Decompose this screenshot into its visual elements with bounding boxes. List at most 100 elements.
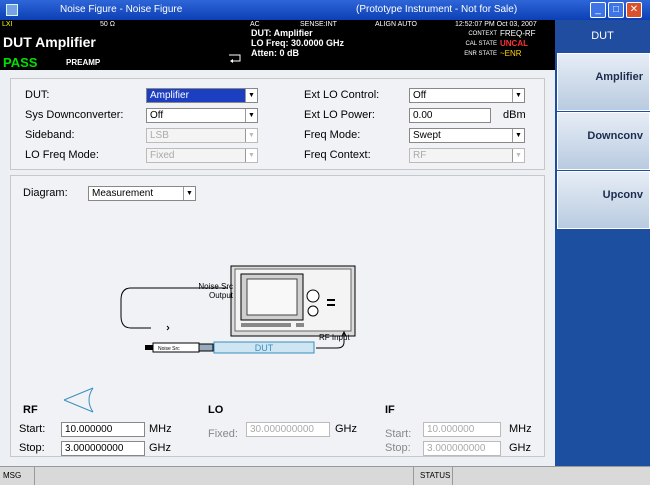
enr-value: ~ENR bbox=[500, 49, 522, 58]
maximize-button[interactable]: □ bbox=[608, 2, 624, 18]
lo-title: LO bbox=[208, 404, 224, 416]
if-stop-unit: GHz bbox=[509, 442, 531, 454]
dut-settings-panel: DUT: Amplifier ▼ Sys Downconverter: Off ▼ … bbox=[10, 78, 545, 170]
softkey-upconv[interactable]: Upconv bbox=[557, 171, 650, 229]
ext-lo-control-select[interactable]: Off ▼ bbox=[409, 88, 525, 103]
sideband-select[interactable]: LSB ▼ bbox=[146, 128, 258, 143]
window-titlebar: Noise Figure - Noise Figure (Prototype I… bbox=[0, 0, 650, 20]
trigger-icon bbox=[229, 54, 241, 63]
chevron-down-icon: ▼ bbox=[245, 109, 257, 122]
sys-downconverter-label: Sys Downconverter: bbox=[25, 109, 124, 121]
msg-label: MSG bbox=[3, 471, 22, 480]
lo-fixed-label: Fixed: bbox=[208, 428, 238, 440]
diagram-panel: Diagram: Measurement ▼ DUT Noise Src RF … bbox=[10, 175, 545, 457]
lo-freq-mode-label: LO Freq Mode: bbox=[25, 149, 99, 161]
status-divider bbox=[452, 467, 453, 485]
chevron-down-icon: ▼ bbox=[512, 129, 524, 142]
lo-fixed-input[interactable]: 30.000000000 bbox=[246, 422, 330, 437]
ext-lo-power-input[interactable]: 0.00 bbox=[409, 108, 491, 123]
main-area: DUT: Amplifier ▼ Sys Downconverter: Off ▼ … bbox=[0, 70, 555, 466]
status-label: STATUS bbox=[420, 471, 451, 480]
noise-src-output-label: Noise Src Output bbox=[198, 282, 233, 300]
state-labels: CONTEXT CAL STATE ENR STATE bbox=[425, 29, 497, 59]
rf-input-label: RF Input bbox=[319, 333, 350, 342]
minimize-button[interactable]: _ bbox=[590, 2, 606, 18]
dut-label: DUT: bbox=[25, 89, 50, 101]
diagram-select-value: Measurement bbox=[92, 188, 154, 199]
diagram-select[interactable]: Measurement ▼ bbox=[88, 186, 196, 201]
ext-lo-power-label: Ext LO Power: bbox=[304, 109, 375, 121]
datetime-readout: 12:52:07 PM Oct 03, 2007 bbox=[455, 21, 537, 28]
rf-horn-icon bbox=[63, 387, 94, 413]
dut-info: DUT: Amplifier LO Freq: 30.0000 GHz Atte… bbox=[251, 28, 344, 58]
chevron-down-icon: ▼ bbox=[245, 149, 257, 162]
dut-select-value: Amplifier bbox=[150, 90, 189, 101]
if-start-label: Start: bbox=[385, 428, 412, 440]
chevron-down-icon: ▼ bbox=[512, 149, 524, 162]
preamp-indicator: PREAMP bbox=[66, 58, 101, 67]
cal-label: CAL STATE bbox=[465, 41, 497, 47]
sideband-value: LSB bbox=[150, 130, 169, 141]
align-readout: ALIGN AUTO bbox=[375, 21, 417, 28]
softkey-amplifier[interactable]: Amplifier bbox=[557, 53, 650, 111]
if-stop-input[interactable]: 3.000000000 bbox=[423, 441, 501, 456]
sideband-label: Sideband: bbox=[25, 129, 75, 141]
lo-line: LO Freq: 30.0000 GHz bbox=[251, 38, 345, 48]
lo-freq-mode-select[interactable]: Fixed ▼ bbox=[146, 148, 258, 163]
if-stop-label: Stop: bbox=[385, 442, 411, 454]
rf-start-unit: MHz bbox=[149, 423, 172, 435]
softkey-panel: DUT Amplifier Downconv Upconv bbox=[555, 20, 650, 466]
analyzer-instrument-icon bbox=[230, 265, 356, 337]
ext-lo-power-unit: dBm bbox=[503, 109, 526, 121]
context-value: FREQ-RF bbox=[500, 29, 536, 38]
ext-lo-control-label: Ext LO Control: bbox=[304, 89, 380, 101]
freq-context-label: Freq Context: bbox=[304, 149, 371, 161]
softkey-downconv[interactable]: Downconv bbox=[557, 112, 650, 170]
if-start-input[interactable]: 10.000000 bbox=[423, 422, 501, 437]
coupling-readout: AC bbox=[250, 21, 260, 28]
freq-context-value: RF bbox=[413, 150, 427, 161]
window-subtitle: (Prototype Instrument - Not for Sale) bbox=[356, 4, 518, 15]
if-title: IF bbox=[385, 404, 395, 416]
context-label: CONTEXT bbox=[468, 31, 497, 37]
app-icon bbox=[6, 4, 18, 16]
rf-stop-input[interactable]: 3.000000000 bbox=[61, 441, 145, 456]
freq-mode-value: Swept bbox=[413, 130, 441, 141]
rf-title: RF bbox=[23, 404, 38, 416]
chevron-down-icon: ▼ bbox=[245, 129, 257, 142]
pass-indicator: PASS bbox=[0, 55, 66, 70]
chevron-down-icon: ▼ bbox=[512, 89, 524, 102]
dut-text: DUT bbox=[255, 343, 274, 353]
freq-mode-select[interactable]: Swept ▼ bbox=[409, 128, 525, 143]
noise-src-tag: Noise Src bbox=[158, 346, 180, 352]
softkey-menu-title: DUT bbox=[555, 20, 650, 53]
rf-start-input[interactable]: 10.000000 bbox=[61, 422, 145, 437]
diagram-label: Diagram: bbox=[23, 187, 68, 199]
lo-freq-mode-value: Fixed bbox=[150, 150, 175, 161]
logo-icon: LXI bbox=[2, 21, 13, 28]
freq-context-select[interactable]: RF ▼ bbox=[409, 148, 525, 163]
sys-downconverter-select[interactable]: Off ▼ bbox=[146, 108, 258, 123]
measurement-diagram: DUT Noise Src RF Input bbox=[120, 265, 356, 354]
impedance-readout: 50 Ω bbox=[100, 21, 115, 28]
state-values: FREQ-RF UNCAL ~ENR bbox=[500, 29, 555, 59]
chevron-down-icon: ▼ bbox=[245, 89, 257, 102]
rf-stop-label: Stop: bbox=[19, 442, 45, 454]
dut-line: DUT: Amplifier bbox=[251, 28, 313, 38]
lo-fixed-unit: GHz bbox=[335, 423, 357, 435]
measurement-title: DUT Amplifier bbox=[3, 34, 96, 50]
sense-readout: SENSE:INT bbox=[300, 21, 337, 28]
cal-value: UNCAL bbox=[500, 39, 528, 48]
rf-start-label: Start: bbox=[19, 423, 46, 435]
dut-select[interactable]: Amplifier ▼ bbox=[146, 88, 258, 103]
status-bar: LXI 50 Ω AC SENSE:INT ALIGN AUTO 12:52:0… bbox=[0, 20, 555, 70]
rf-stop-unit: GHz bbox=[149, 442, 171, 454]
msg-field bbox=[34, 467, 414, 485]
sys-downconverter-value: Off bbox=[150, 110, 164, 121]
close-button[interactable]: ✕ bbox=[626, 2, 642, 18]
ext-lo-control-value: Off bbox=[413, 90, 427, 101]
if-start-unit: MHz bbox=[509, 423, 532, 435]
message-bar: MSG STATUS bbox=[0, 466, 650, 485]
enr-label: ENR STATE bbox=[464, 51, 497, 57]
atten-line: Atten: 0 dB bbox=[251, 48, 299, 58]
